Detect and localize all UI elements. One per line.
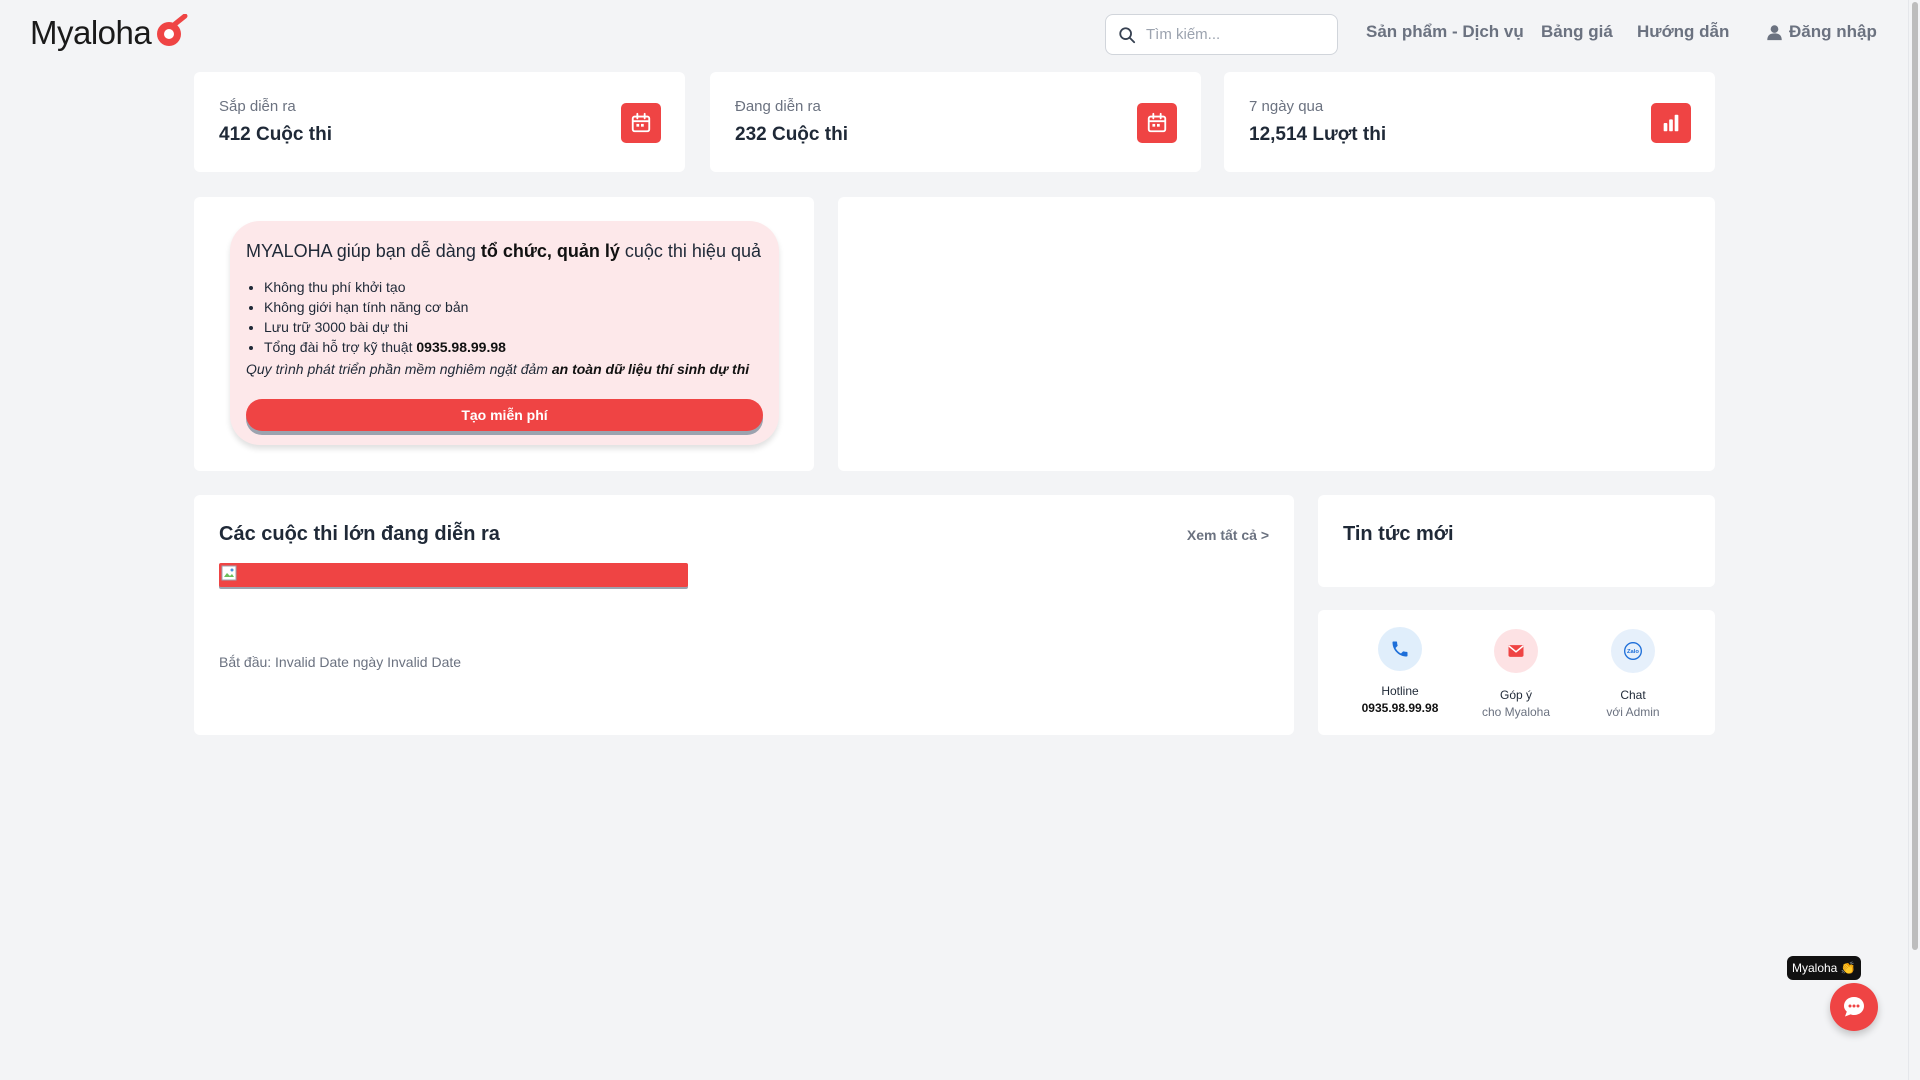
bar-chart-icon bbox=[1663, 114, 1679, 132]
contact-icon-circle bbox=[1378, 627, 1422, 671]
login-link[interactable]: Đăng nhập bbox=[1766, 22, 1877, 42]
stat-label: 7 ngày qua bbox=[1249, 98, 1324, 115]
stat-value: 412 Cuộc thi bbox=[219, 124, 332, 146]
contact-subtitle: cho Myaloha bbox=[1481, 705, 1551, 719]
stat-icon-box bbox=[1651, 103, 1691, 143]
promo-note-prefix: Quy trình phát triển phần mềm nghiêm ngặ… bbox=[246, 361, 552, 377]
contact-title: Góp ý bbox=[1499, 688, 1532, 702]
stat-number: 232 bbox=[735, 124, 767, 145]
contact-title: Chat bbox=[1620, 688, 1646, 702]
logo[interactable]: Myaloha bbox=[30, 14, 189, 52]
contact-icon-circle: Zalo bbox=[1611, 629, 1655, 673]
see-all-link[interactable]: Xem tất cả > bbox=[1187, 527, 1269, 543]
stat-card-ongoing: Đang diễn ra 232 Cuộc thi bbox=[710, 72, 1201, 172]
stat-number: 412 bbox=[219, 124, 251, 145]
chat-widget-button[interactable] bbox=[1830, 983, 1878, 1031]
contact-icon-circle bbox=[1494, 629, 1538, 673]
mail-icon bbox=[1508, 645, 1524, 657]
login-label: Đăng nhập bbox=[1789, 22, 1877, 41]
promo-title: MYALOHA giúp bạn dễ dàng tổ chức, quản l… bbox=[246, 241, 763, 262]
promo-note: Quy trình phát triển phần mềm nghiêm ngặ… bbox=[246, 361, 763, 377]
logo-text: Myaloha bbox=[30, 14, 152, 51]
stat-unit: Cuộc thi bbox=[771, 124, 848, 145]
stat-unit: Cuộc thi bbox=[255, 124, 332, 145]
stat-unit: Lượt thi bbox=[1312, 124, 1387, 145]
broken-image-icon bbox=[221, 565, 237, 581]
promo-feature-item: Không thu phí khởi tạo bbox=[264, 277, 763, 297]
search-input[interactable] bbox=[1146, 26, 1326, 43]
stat-number: 12,514 bbox=[1249, 124, 1308, 145]
nav-guide[interactable]: Hướng dẫn bbox=[1637, 22, 1729, 42]
stat-label: Sắp diễn ra bbox=[219, 98, 296, 115]
contest-start-date: Bắt đầu: Invalid Date ngày Invalid Date bbox=[219, 654, 462, 670]
promo-feature-item: Lưu trữ 3000 bài dự thi bbox=[264, 317, 763, 337]
promo-box: MYALOHA giúp bạn dễ dàng tổ chức, quản l… bbox=[230, 221, 779, 445]
promo-feature-item-hotline: Tổng đài hỗ trợ kỹ thuật 0935.98.99.98 bbox=[264, 337, 763, 357]
chat-bubble-icon bbox=[1844, 997, 1864, 1017]
chat-widget-tag: Myaloha 👏 bbox=[1787, 956, 1861, 980]
stat-value: 232 Cuộc thi bbox=[735, 124, 848, 146]
promo-title-suffix: cuộc thi hiệu quả bbox=[619, 241, 761, 261]
hotline-number: 0935.98.99.98 bbox=[416, 339, 506, 355]
search-box[interactable] bbox=[1105, 14, 1338, 55]
top-navbar: Myaloha Sản phẩm - Dịch vụ Bảng giá Hướn… bbox=[0, 0, 1908, 68]
stat-icon-box bbox=[1137, 103, 1177, 143]
promo-feature-item: Không giới hạn tính năng cơ bản bbox=[264, 297, 763, 317]
user-icon bbox=[1767, 24, 1782, 40]
banner-placeholder bbox=[838, 197, 1715, 471]
phone-icon bbox=[1392, 641, 1408, 657]
search-icon bbox=[1119, 26, 1136, 43]
promo-feature-list: Không thu phí khởi tạo Không giới hạn tí… bbox=[246, 277, 763, 357]
contact-chat-admin[interactable]: Zalo Chat với Admin bbox=[1573, 627, 1693, 719]
contact-subtitle: 0935.98.99.98 bbox=[1361, 701, 1439, 715]
scrollbar-thumb[interactable] bbox=[1912, 2, 1918, 950]
section-title: Các cuộc thi lớn đang diễn ra bbox=[219, 523, 500, 545]
zalo-icon: Zalo bbox=[1624, 642, 1642, 660]
promo-title-bold: tổ chức, quản lý bbox=[480, 241, 620, 261]
contest-image[interactable] bbox=[219, 563, 688, 587]
news-section: Tin tức mới bbox=[1318, 495, 1715, 587]
calendar-icon bbox=[631, 112, 651, 133]
contact-section: Hotline 0935.98.99.98 Góp ý cho Myaloha … bbox=[1318, 610, 1715, 735]
stat-icon-box bbox=[621, 103, 661, 143]
contact-feedback[interactable]: Góp ý cho Myaloha bbox=[1456, 627, 1576, 719]
promo-title-prefix: MYALOHA giúp bạn dễ dàng bbox=[246, 241, 481, 261]
stat-label: Đang diễn ra bbox=[735, 98, 821, 115]
section-title: Tin tức mới bbox=[1343, 523, 1454, 545]
stat-card-upcoming: Sắp diễn ra 412 Cuộc thi bbox=[194, 72, 685, 172]
promo-note-bold: an toàn dữ liệu thí sinh dự thi bbox=[551, 361, 750, 377]
page-scrollbar[interactable] bbox=[1908, 0, 1920, 1080]
create-free-button[interactable]: Tạo miễn phí bbox=[246, 399, 763, 431]
contact-title: Hotline bbox=[1381, 684, 1419, 698]
nav-pricing[interactable]: Bảng giá bbox=[1541, 22, 1613, 42]
nav-products-services[interactable]: Sản phẩm - Dịch vụ bbox=[1366, 22, 1524, 42]
contact-subtitle: với Admin bbox=[1606, 705, 1660, 719]
svg-text:Zalo: Zalo bbox=[1627, 649, 1639, 655]
promo-card: MYALOHA giúp bạn dễ dàng tổ chức, quản l… bbox=[194, 197, 814, 471]
calendar-icon bbox=[1147, 112, 1167, 133]
stat-value: 12,514 Lượt thi bbox=[1249, 124, 1386, 146]
contact-hotline[interactable]: Hotline 0935.98.99.98 bbox=[1340, 627, 1460, 715]
logo-mark-icon bbox=[157, 14, 188, 46]
hotline-prefix: Tổng đài hỗ trợ kỹ thuật bbox=[264, 339, 417, 355]
stat-card-last-7-days: 7 ngày qua 12,514 Lượt thi bbox=[1224, 72, 1715, 172]
ongoing-contests-section: Các cuộc thi lớn đang diễn ra Xem tất cả… bbox=[194, 495, 1294, 735]
